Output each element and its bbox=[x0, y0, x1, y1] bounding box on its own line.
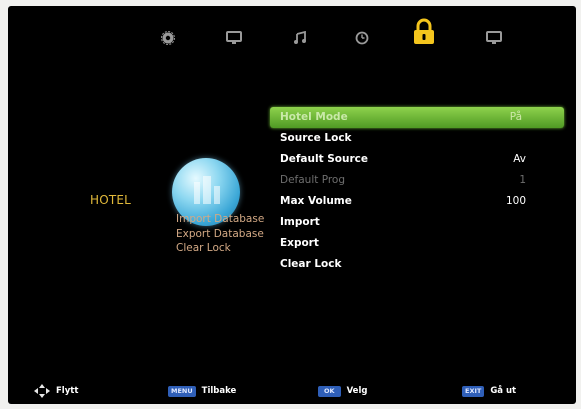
hint-back-label: Tilbake bbox=[201, 386, 237, 396]
hint-exit-label: Gå ut bbox=[490, 386, 517, 396]
menu-item-value: Av bbox=[513, 153, 526, 165]
preview-item-clear-lock: Clear Lock bbox=[176, 242, 231, 254]
menu-item-label: Export bbox=[280, 237, 319, 249]
tab-time[interactable] bbox=[342, 18, 382, 58]
gear-icon bbox=[161, 31, 175, 45]
tab-lock[interactable] bbox=[404, 12, 444, 52]
menu-item-max-volume[interactable]: Max Volume 100 bbox=[270, 191, 562, 212]
menu-item-label: Hotel Mode bbox=[280, 111, 348, 123]
menu-item-label: Default Prog bbox=[280, 174, 346, 186]
menu-item-default-prog: Default Prog 1 bbox=[270, 170, 562, 191]
hint-select: OK Velg bbox=[318, 383, 367, 399]
tab-settings[interactable] bbox=[148, 18, 188, 58]
music-note-icon bbox=[294, 31, 306, 44]
monitor-icon bbox=[226, 31, 242, 44]
menu-item-label: Clear Lock bbox=[280, 258, 342, 270]
monitor-icon bbox=[486, 31, 502, 44]
menu-item-export[interactable]: Export bbox=[270, 233, 562, 254]
ok-key-badge: OK bbox=[318, 385, 341, 397]
hint-move-label: Flytt bbox=[56, 386, 79, 396]
exit-key-badge: EXIT bbox=[462, 385, 485, 397]
menu-item-value: 1 bbox=[519, 174, 526, 186]
lock-icon bbox=[414, 18, 434, 44]
hotel-submenu-preview: Import Database Export Database Clear Lo… bbox=[176, 212, 264, 256]
menu-item-source-lock[interactable]: Source Lock bbox=[270, 128, 562, 149]
menu-item-label: Source Lock bbox=[280, 132, 352, 144]
menu-item-value: 100 bbox=[505, 195, 526, 207]
preview-item-export-database: Export Database bbox=[176, 227, 264, 240]
tv-screen: HOTEL Import Database Export Database Cl… bbox=[8, 6, 576, 404]
hotel-settings-menu: Hotel Mode På Source Lock Default Source… bbox=[270, 107, 564, 275]
menu-item-default-source[interactable]: Default Source Av bbox=[270, 149, 562, 170]
hint-move: Flytt bbox=[34, 383, 78, 399]
move-arrows-icon bbox=[34, 384, 50, 398]
menu-tab-bar bbox=[8, 14, 576, 58]
menu-key-badge: MENU bbox=[168, 385, 196, 397]
tab-screen[interactable] bbox=[474, 18, 514, 58]
menu-item-import[interactable]: Import bbox=[270, 212, 562, 233]
hint-back: MENU Tilbake bbox=[168, 383, 236, 399]
hint-select-label: Velg bbox=[346, 386, 368, 396]
section-title: HOTEL bbox=[90, 193, 132, 207]
menu-item-label: Default Source bbox=[280, 153, 369, 165]
tab-picture[interactable] bbox=[214, 18, 254, 58]
key-hint-bar: Flytt MENU Tilbake OK Velg EXIT Gå ut bbox=[8, 380, 576, 402]
menu-item-hotel-mode[interactable]: Hotel Mode På bbox=[270, 107, 564, 128]
tab-sound[interactable] bbox=[280, 18, 320, 58]
menu-item-clear-lock[interactable]: Clear Lock bbox=[270, 254, 562, 275]
preview-item-import-database: Import Database bbox=[176, 213, 265, 225]
menu-item-label: Import bbox=[280, 216, 320, 228]
clock-icon bbox=[355, 31, 369, 45]
menu-item-label: Max Volume bbox=[280, 195, 352, 207]
hint-exit: EXIT Gå ut bbox=[462, 383, 516, 399]
menu-item-value: På bbox=[509, 111, 522, 123]
